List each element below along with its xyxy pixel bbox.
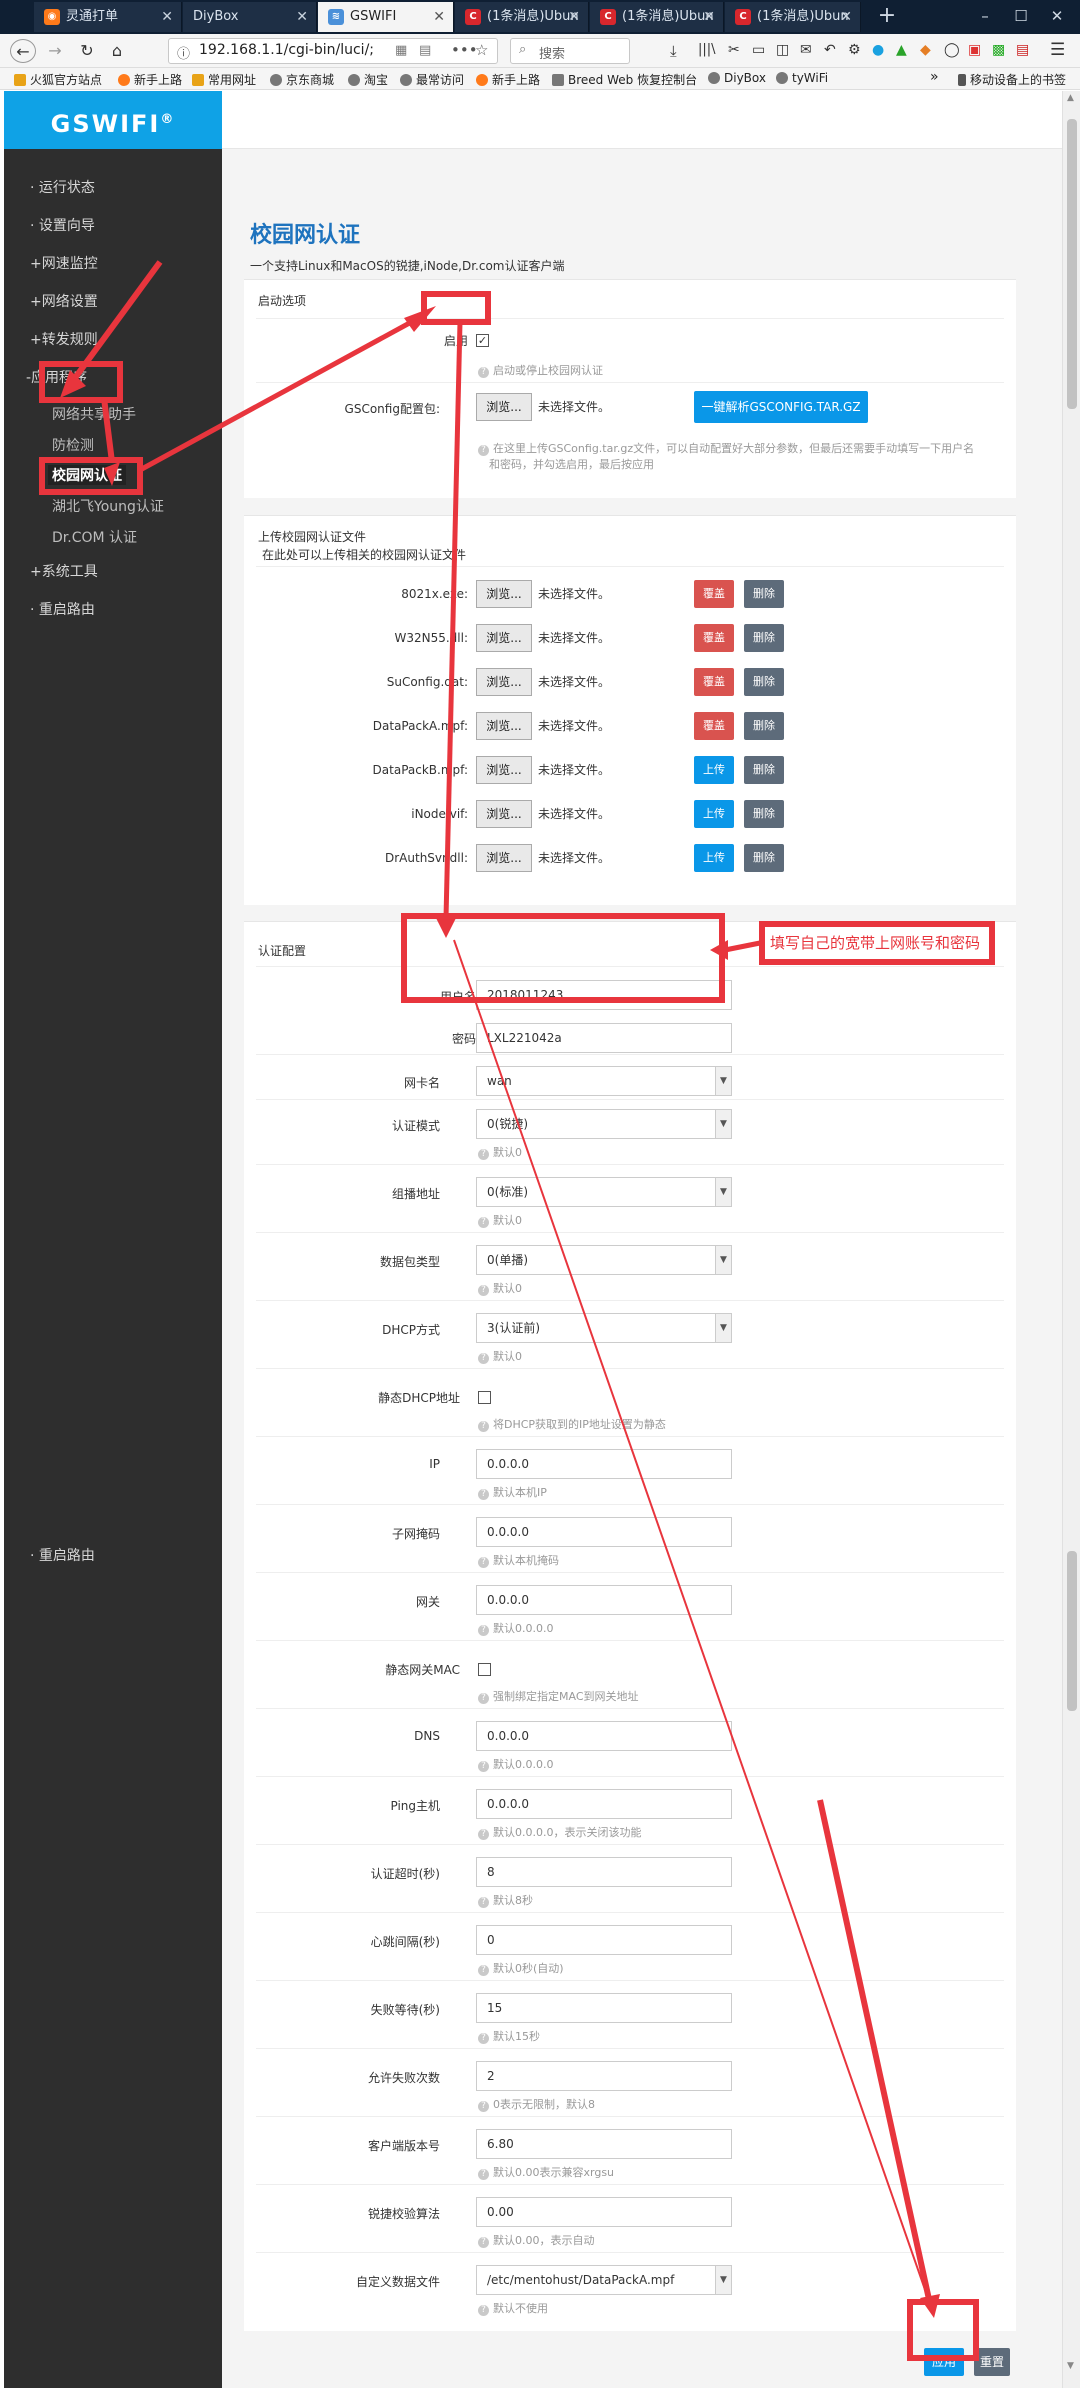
annotation-box-credentials	[401, 913, 725, 1003]
arrow-line	[443, 321, 463, 919]
arrow-line	[138, 311, 428, 473]
annotation-box-apply	[907, 2299, 979, 2361]
arrow-line	[101, 397, 115, 463]
arrow-line	[724, 940, 761, 953]
arrowhead	[436, 918, 456, 938]
arrowhead	[104, 462, 120, 486]
annotation-overlay	[39, 260, 995, 2361]
arrowhead	[60, 370, 86, 398]
arrow-line	[817, 1799, 933, 2305]
annotation-box-campus	[39, 457, 143, 495]
arrowhead	[920, 2294, 940, 2318]
annotation-callout-text: 填写自己的宽带上网账号和密码	[770, 934, 981, 952]
arrow-line	[453, 939, 931, 2305]
